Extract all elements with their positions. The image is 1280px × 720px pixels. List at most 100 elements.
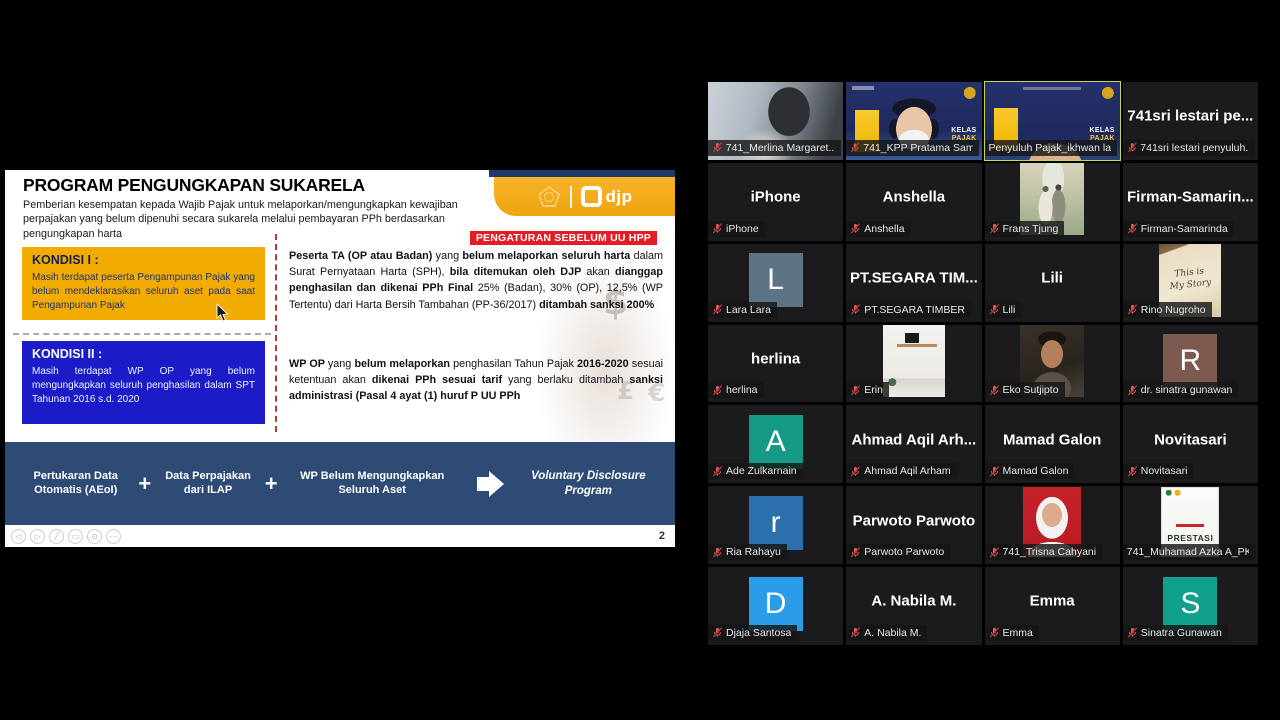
participant-tile[interactable]: PT.SEGARA TIM...PT.SEGARA TIMBER xyxy=(846,244,981,322)
djp-logo: djp xyxy=(581,186,633,207)
participant-tile[interactable]: NovitasariNovitasari xyxy=(1123,405,1258,483)
participant-name-label: Erin xyxy=(846,382,889,398)
participant-name-label: PT.SEGARA TIMBER xyxy=(846,302,971,318)
participant-name-label: Lili xyxy=(985,302,1022,318)
participant-name: Djaja Santosa xyxy=(726,627,791,639)
participant-name: 741sri lestari penyuluh... xyxy=(1140,142,1249,154)
paragraph-wp-op: WP OP yang belum melaporkan penghasilan … xyxy=(289,356,663,405)
participant-tile[interactable]: Parwoto Parwoto Parwoto Parwoto xyxy=(846,486,981,564)
participant-tile[interactable]: Ahmad Aqil Arh... Ahmad Aqil Arham xyxy=(846,405,981,483)
participant-name-label: Firman-Samarinda xyxy=(1123,221,1234,237)
participant-name-label: Novitasari xyxy=(1123,463,1194,479)
participant-name: Emma xyxy=(1003,627,1033,639)
kondisi-2-box: KONDISI II : Masih terdapat WP OP yang b… xyxy=(22,341,265,424)
participant-name: Eko Sutjipto xyxy=(1003,384,1059,396)
participant-tile[interactable]: Erin xyxy=(846,325,981,403)
participant-tile[interactable]: rRia Rahayu xyxy=(708,486,843,564)
participant-name-label: Frans Tjung xyxy=(985,221,1065,237)
participant-tile[interactable]: Rdr. sinatra gunawan xyxy=(1123,325,1258,403)
participant-name: Sinatra Gunawan xyxy=(1141,627,1222,639)
participant-name: Ade Zulkarnain xyxy=(726,465,797,477)
djp-logo-text: djp xyxy=(606,187,633,207)
mic-muted-icon xyxy=(712,304,723,315)
magnifier-icon[interactable]: ⊙ xyxy=(87,529,102,544)
participant-tile[interactable]: KELASPAJAKPenyuluh Pajak_ikhwan lat... xyxy=(985,82,1120,160)
djp-logo-icon xyxy=(581,186,602,207)
participant-name-label: Parwoto Parwoto xyxy=(846,544,950,560)
participant-tile[interactable]: 741_Trisna Cahyani xyxy=(985,486,1120,564)
participant-tile[interactable]: LiliLili xyxy=(985,244,1120,322)
kondisi-1-heading: KONDISI I : xyxy=(32,253,255,267)
participant-name: Ahmad Aqil Arham xyxy=(864,465,950,477)
participant-tile[interactable]: 741_Merlina Margaret... xyxy=(708,82,843,160)
participant-center-name: Ahmad Aqil Arh... xyxy=(849,431,978,448)
participant-name: Penyuluh Pajak_ikhwan lat... xyxy=(989,142,1112,154)
participant-tile[interactable]: 741sri lestari pe...741sri lestari penyu… xyxy=(1123,82,1258,160)
ribbon-top-strip xyxy=(489,170,675,177)
participant-name-label: 741_KPP Pratama Sam... xyxy=(846,140,979,156)
next-arrow-icon[interactable]: ▷ xyxy=(30,529,45,544)
participant-center-name: herlina xyxy=(711,350,840,367)
participant-tile[interactable]: AnshellaAnshella xyxy=(846,163,981,241)
participant-name-label: Rino Nugroho xyxy=(1123,302,1212,318)
prev-arrow-icon[interactable]: ◁ xyxy=(11,529,26,544)
participant-tile[interactable]: iPhone iPhone xyxy=(708,163,843,241)
pen-tool-icon[interactable]: ╱ xyxy=(49,529,64,544)
horizontal-dashed-divider xyxy=(13,333,271,335)
participant-name: Lili xyxy=(1003,304,1016,316)
participant-tile[interactable]: EmmaEmma xyxy=(985,567,1120,645)
participant-center-name: Parwoto Parwoto xyxy=(849,512,978,529)
participant-name: PT.SEGARA TIMBER xyxy=(864,304,965,316)
mic-muted-icon xyxy=(989,547,1000,558)
participant-tile[interactable]: DDjaja Santosa xyxy=(708,567,843,645)
participant-tile[interactable]: Eko Sutjipto xyxy=(985,325,1120,403)
participant-name-label: Ria Rahayu xyxy=(708,544,787,560)
participant-name-label: herlina xyxy=(708,382,764,398)
mic-muted-icon xyxy=(712,142,723,153)
mic-muted-icon xyxy=(850,627,861,638)
participant-name-label: Eko Sutjipto xyxy=(985,382,1065,398)
annotate-tool-icon[interactable]: ▭ xyxy=(68,529,83,544)
participant-name-label: Ade Zulkarnain xyxy=(708,463,803,479)
participant-name: Firman-Samarinda xyxy=(1141,223,1228,235)
participant-tile[interactable]: herlina herlina xyxy=(708,325,843,403)
participant-tile[interactable]: Frans Tjung xyxy=(985,163,1120,241)
participant-tile[interactable]: Firman-Samarin...Firman-Samarinda xyxy=(1123,163,1258,241)
participant-tile[interactable]: SSinatra Gunawan xyxy=(1123,567,1258,645)
participant-tile[interactable]: LLara Lara xyxy=(708,244,843,322)
participant-tile[interactable]: A. Nabila M.A. Nabila M. xyxy=(846,567,981,645)
participant-name: A. Nabila M. xyxy=(864,627,921,639)
slide-footer: ◁ ▷ ╱ ▭ ⊙ ⋯ 2 xyxy=(5,525,675,547)
kondisi-2-heading: KONDISI II : xyxy=(32,347,255,361)
participant-name: Parwoto Parwoto xyxy=(864,546,944,558)
letter-avatar: A xyxy=(749,415,803,469)
presentation-controls: ◁ ▷ ╱ ▭ ⊙ ⋯ xyxy=(11,529,121,544)
mic-muted-icon xyxy=(712,547,723,558)
participant-tile[interactable]: This is My StoryRino Nugroho xyxy=(1123,244,1258,322)
participant-name: 741_Merlina Margaret... xyxy=(726,142,835,154)
mic-muted-icon xyxy=(1127,142,1138,153)
participant-name: Erin xyxy=(864,384,883,396)
participant-name-label: Emma xyxy=(985,625,1039,641)
participant-tile[interactable]: Mamad GalonMamad Galon xyxy=(985,405,1120,483)
participant-center-name: iPhone xyxy=(711,189,840,206)
mic-muted-icon xyxy=(989,304,1000,315)
more-options-icon[interactable]: ⋯ xyxy=(106,529,121,544)
participant-name-label: iPhone xyxy=(708,221,765,237)
mic-muted-icon xyxy=(1127,627,1138,638)
participant-center-name: Anshella xyxy=(849,189,978,206)
mic-muted-icon xyxy=(989,223,1000,234)
page-number: 2 xyxy=(659,530,665,542)
flow-bar: Pertukaran Data Otomatis (AEoI) + Data P… xyxy=(5,442,675,525)
mic-muted-icon xyxy=(989,385,1000,396)
mic-muted-icon xyxy=(712,627,723,638)
participant-name: Novitasari xyxy=(1141,465,1188,477)
participant-tile[interactable]: AAde Zulkarnain xyxy=(708,405,843,483)
participant-name: Rino Nugroho xyxy=(1141,304,1206,316)
mic-muted-icon xyxy=(1127,223,1138,234)
participant-tile[interactable]: KELASPAJAK741_KPP Pratama Sam... xyxy=(846,82,981,160)
letter-avatar: R xyxy=(1163,334,1217,388)
participant-name-label: 741_Muhamad Azka A_PK... xyxy=(1123,544,1256,560)
participant-tile[interactable]: PRESTASI741_Muhamad Azka A_PK... xyxy=(1123,486,1258,564)
shared-slide: PROGRAM PENGUNGKAPAN SUKARELA Pemberian … xyxy=(5,170,675,547)
